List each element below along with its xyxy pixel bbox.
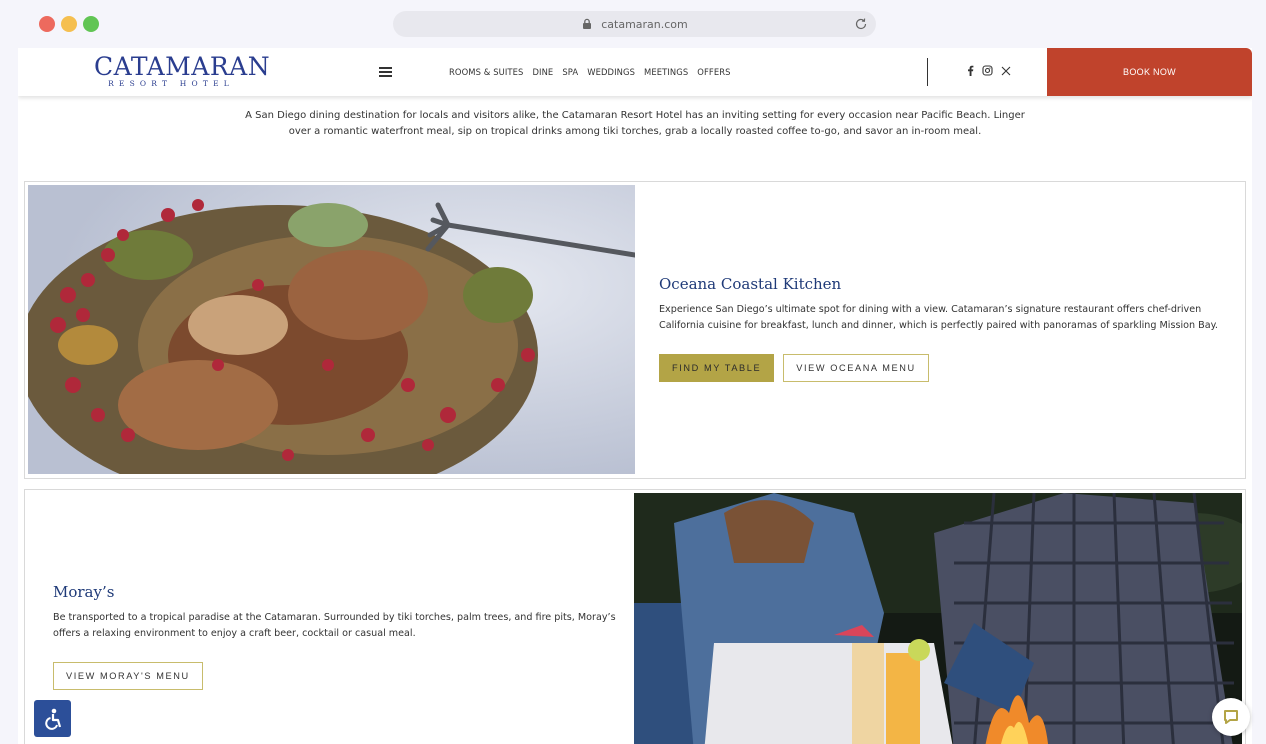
facebook-icon[interactable] xyxy=(967,65,974,76)
morays-actions: VIEW MORAY'S MENU xyxy=(53,662,203,690)
nav-offers[interactable]: OFFERS xyxy=(697,67,730,77)
restaurant-title: Oceana Coastal Kitchen xyxy=(659,275,842,293)
restaurant-description: Experience San Diego’s ultimate spot for… xyxy=(659,304,1218,331)
restaurant-title: Moray’s xyxy=(53,583,115,601)
minimize-window-button[interactable] xyxy=(61,16,77,32)
morays-couple-photo xyxy=(634,493,1242,744)
url-text: catamaran.com xyxy=(601,17,688,31)
nav-weddings[interactable]: WEDDINGS xyxy=(587,67,635,77)
address-bar[interactable]: catamaran.com xyxy=(393,11,876,37)
social-links xyxy=(967,65,1011,76)
maximize-window-button[interactable] xyxy=(83,16,99,32)
nav-dine[interactable]: DINE xyxy=(532,67,553,77)
nav-rooms-suites[interactable]: ROOMS & SUITES xyxy=(449,67,523,77)
x-icon[interactable] xyxy=(1001,66,1011,76)
find-my-table-button[interactable]: FIND MY TABLE xyxy=(659,354,775,382)
restaurant-description: Be transported to a tropical paradise at… xyxy=(53,612,616,639)
close-window-button[interactable] xyxy=(39,16,55,32)
nav-spa[interactable]: SPA xyxy=(562,67,578,77)
chat-icon xyxy=(1224,710,1238,724)
nav-meetings[interactable]: MEETINGS xyxy=(644,67,688,77)
restaurant-card-oceana: Oceana Coastal Kitchen Experience San Di… xyxy=(24,181,1246,479)
reload-icon[interactable] xyxy=(854,17,868,31)
instagram-icon[interactable] xyxy=(982,65,993,76)
oceana-food-photo xyxy=(28,185,635,474)
view-oceana-menu-button[interactable]: VIEW OCEANA MENU xyxy=(783,354,929,382)
web-page: CATAMARAN RESORT HOTEL ROOMS & SUITES DI… xyxy=(18,48,1252,744)
lock-icon xyxy=(583,18,592,29)
site-header: CATAMARAN RESORT HOTEL ROOMS & SUITES DI… xyxy=(18,48,1252,96)
chat-button[interactable] xyxy=(1212,698,1250,736)
intro-text: A San Diego dining destination for local… xyxy=(245,110,1025,137)
logo-main-text: CATAMARAN xyxy=(94,52,271,81)
oceana-actions: FIND MY TABLE VIEW OCEANA MENU xyxy=(659,354,929,382)
site-logo[interactable]: CATAMARAN RESORT HOTEL xyxy=(94,52,271,90)
restaurant-card-morays: Moray’s Be transported to a tropical par… xyxy=(24,489,1246,744)
menu-icon[interactable] xyxy=(379,67,392,77)
oceana-text: Oceana Coastal Kitchen Experience San Di… xyxy=(659,275,1229,334)
logo-sub-text: RESORT HOTEL xyxy=(108,79,234,88)
main-nav: ROOMS & SUITES DINE SPA WEDDINGS MEETING… xyxy=(449,67,731,77)
accessibility-icon xyxy=(44,708,61,730)
book-now-button[interactable]: BOOK NOW xyxy=(1047,48,1252,96)
accessibility-button[interactable] xyxy=(34,700,71,737)
view-morays-menu-button[interactable]: VIEW MORAY'S MENU xyxy=(53,662,203,690)
morays-text: Moray’s Be transported to a tropical par… xyxy=(53,583,623,642)
browser-chrome: catamaran.com xyxy=(0,0,1266,48)
nav-divider xyxy=(927,58,928,86)
